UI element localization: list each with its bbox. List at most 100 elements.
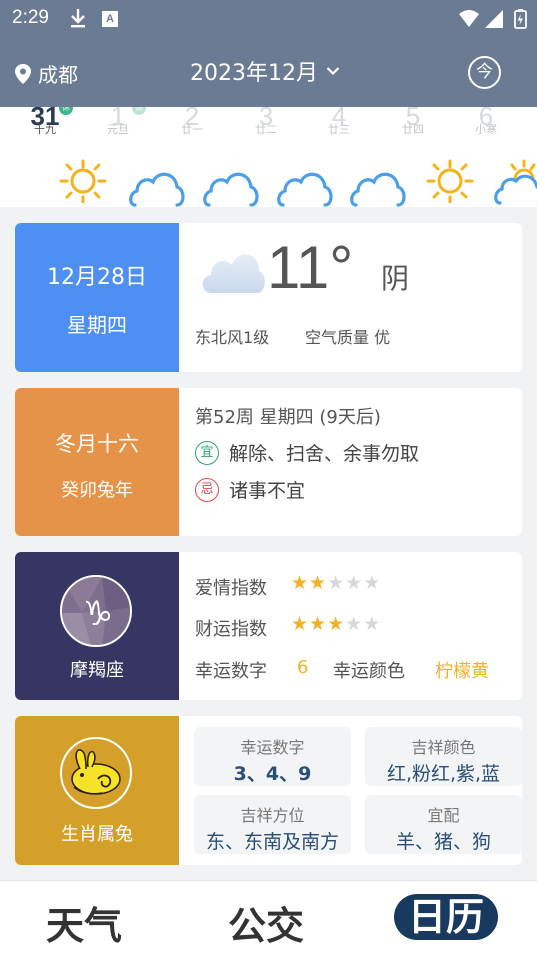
day-item[interactable]: 2 廿一 xyxy=(162,107,222,137)
week-info: 第52周 星期四 (9天后) xyxy=(195,407,381,428)
rabbit-icon xyxy=(60,737,132,809)
day-lunar: 十九 xyxy=(34,123,56,136)
cloud-icon xyxy=(277,172,333,207)
zodiac-info-panel: 幸运数字 3、4、9 吉祥颜色 红,粉红,紫,蓝 吉祥方位 东、东南及南方 宜配… xyxy=(179,716,522,865)
cloud-icon xyxy=(129,172,185,207)
status-time: 2:29 xyxy=(12,7,49,28)
cloud-icon xyxy=(203,172,259,207)
date-panel: 12月28日 星期四 xyxy=(15,223,179,372)
lucky-number-label: 幸运数字 xyxy=(195,661,267,682)
today-button[interactable]: 今 xyxy=(468,56,501,89)
day-lunar: 廿三 xyxy=(328,123,350,136)
bottom-tab-bar: 天气 公交 日历 xyxy=(0,880,537,956)
star-filled-icon: ★ xyxy=(309,572,328,594)
sun-icon xyxy=(426,159,474,203)
star-empty-icon: ★ xyxy=(327,572,346,594)
almanac-panel: 第52周 星期四 (9天后) 宜 解除、扫舍、余事勿取 忌 诸事不宜 xyxy=(179,388,522,536)
day-item[interactable]: 3 廿二 xyxy=(236,107,296,137)
star-filled-icon: ★ xyxy=(327,613,346,635)
lunar-year: 癸卯兔年 xyxy=(61,480,133,501)
chevron-down-icon xyxy=(326,67,340,76)
lucky-direction-box: 吉祥方位 东、东南及南方 xyxy=(194,795,351,854)
day-lunar: 廿四 xyxy=(402,123,424,136)
zodiac-panel: 生肖属兔 xyxy=(15,716,179,865)
suitable-row: 宜 解除、扫舍、余事勿取 xyxy=(195,439,419,466)
lucky-color: 柠檬黄 xyxy=(435,661,489,682)
sign-panel: ♑ 摩羯座 xyxy=(15,552,179,700)
wealth-label: 财运指数 xyxy=(195,619,267,640)
current-date: 12月28日 xyxy=(47,265,147,290)
sun-cloud-icon xyxy=(494,159,537,205)
star-empty-icon: ★ xyxy=(345,613,364,635)
match-box: 宜配 羊、猪、狗 xyxy=(365,795,522,854)
cloud-icon xyxy=(350,172,406,207)
tab-calendar[interactable]: 日历 xyxy=(394,894,499,940)
temperature: 11° xyxy=(267,234,354,301)
love-label: 爱情指数 xyxy=(195,578,267,599)
lucky-number-box: 幸运数字 3、4、9 xyxy=(194,727,351,786)
star-empty-icon: ★ xyxy=(363,613,382,635)
star-filled-icon: ★ xyxy=(291,613,310,635)
day-item[interactable]: 4 廿三 xyxy=(309,107,369,137)
avoid-row: 忌 诸事不宜 xyxy=(195,476,305,503)
box-title: 宜配 xyxy=(427,806,460,825)
svg-text:♑: ♑ xyxy=(83,594,113,634)
tab-bus[interactable]: 公交 xyxy=(228,895,304,950)
star-filled-icon: ★ xyxy=(309,613,328,635)
suitable-badge: 宜 xyxy=(195,440,219,465)
day-item[interactable]: 6 小寒 xyxy=(456,107,516,137)
zodiac-name: 生肖属兔 xyxy=(61,824,133,845)
lucky-color-label: 幸运颜色 xyxy=(333,661,405,682)
box-value: 红,粉红,紫,蓝 xyxy=(386,763,501,785)
star-empty-icon: ★ xyxy=(345,572,364,594)
header: 成都 2023年12月 今 xyxy=(0,45,537,101)
box-value: 羊、猪、狗 xyxy=(395,831,491,853)
air-quality: 空气质量 优 xyxy=(305,328,391,347)
avoid-badge: 忌 xyxy=(195,477,219,502)
box-title: 吉祥方位 xyxy=(240,806,305,825)
day-item[interactable]: 5 廿四 xyxy=(383,107,443,137)
love-stars: ★★★★★ xyxy=(291,572,381,594)
horoscope-panel: 爱情指数 ★★★★★ 财运指数 ★★★★★ 幸运数字 6 幸运颜色 柠檬黄 xyxy=(179,552,522,700)
app-notification-icon: A xyxy=(102,11,118,27)
weather-condition: 阴 xyxy=(381,262,410,295)
city-selector[interactable]: 成都 xyxy=(14,59,78,88)
day-lunar: 廿二 xyxy=(255,123,277,136)
weather-card[interactable]: 12月28日 星期四 11° 阴 东北风1级 空气质量 优 xyxy=(15,223,522,372)
lucky-color-box: 吉祥颜色 红,粉红,紫,蓝 xyxy=(365,727,522,786)
month-selector[interactable]: 2023年12月 xyxy=(190,55,340,87)
box-title: 吉祥颜色 xyxy=(411,738,476,757)
suitable-text: 解除、扫舍、余事勿取 xyxy=(229,443,420,465)
day-item[interactable]: 31 十九 休 xyxy=(15,107,75,137)
day-lunar: 元旦 xyxy=(107,123,129,136)
almanac-card[interactable]: 冬月十六 癸卯兔年 第52周 星期四 (9天后) 宜 解除、扫舍、余事勿取 忌 … xyxy=(15,388,522,536)
box-title: 幸运数字 xyxy=(240,738,305,757)
lunar-panel: 冬月十六 癸卯兔年 xyxy=(15,388,179,536)
box-value: 3、4、9 xyxy=(233,763,312,785)
location-pin-icon xyxy=(15,63,31,84)
star-empty-icon: ★ xyxy=(363,572,382,594)
status-bar: 2:29 A xyxy=(0,0,537,38)
wealth-stars: ★★★★★ xyxy=(291,613,381,635)
tab-weather[interactable]: 天气 xyxy=(46,895,122,950)
system-status-icons xyxy=(459,9,527,29)
city-name: 成都 xyxy=(38,63,78,87)
lunar-date: 冬月十六 xyxy=(55,432,139,456)
day-strip[interactable]: 31 十九 休 1 元旦 休 2 廿一 3 廿二 4 廿三 5 廿四 6 小寒 xyxy=(0,107,537,207)
weather-panel: 11° 阴 东北风1级 空气质量 优 xyxy=(179,223,522,372)
horoscope-card[interactable]: ♑ 摩羯座 爱情指数 ★★★★★ 财运指数 ★★★★★ 幸运数字 6 幸运颜色 … xyxy=(15,552,522,700)
sign-name: 摩羯座 xyxy=(70,660,124,681)
box-value: 东、东南及南方 xyxy=(205,831,339,853)
zodiac-card[interactable]: 生肖属兔 幸运数字 3、4、9 吉祥颜色 红,粉红,紫,蓝 吉祥方位 东、东南及… xyxy=(15,716,522,865)
avoid-text: 诸事不宜 xyxy=(229,480,306,502)
current-weekday: 星期四 xyxy=(67,313,127,337)
sun-icon xyxy=(59,159,107,203)
download-icon xyxy=(71,9,85,28)
overcast-cloud-icon xyxy=(202,254,265,293)
day-item[interactable]: 1 元旦 休 xyxy=(88,107,148,137)
wind-info: 东北风1级 xyxy=(195,328,270,347)
capricorn-icon: ♑ xyxy=(60,575,132,647)
day-lunar: 廿一 xyxy=(181,123,203,136)
lucky-number: 6 xyxy=(297,657,309,678)
month-label: 2023年12月 xyxy=(190,61,318,86)
